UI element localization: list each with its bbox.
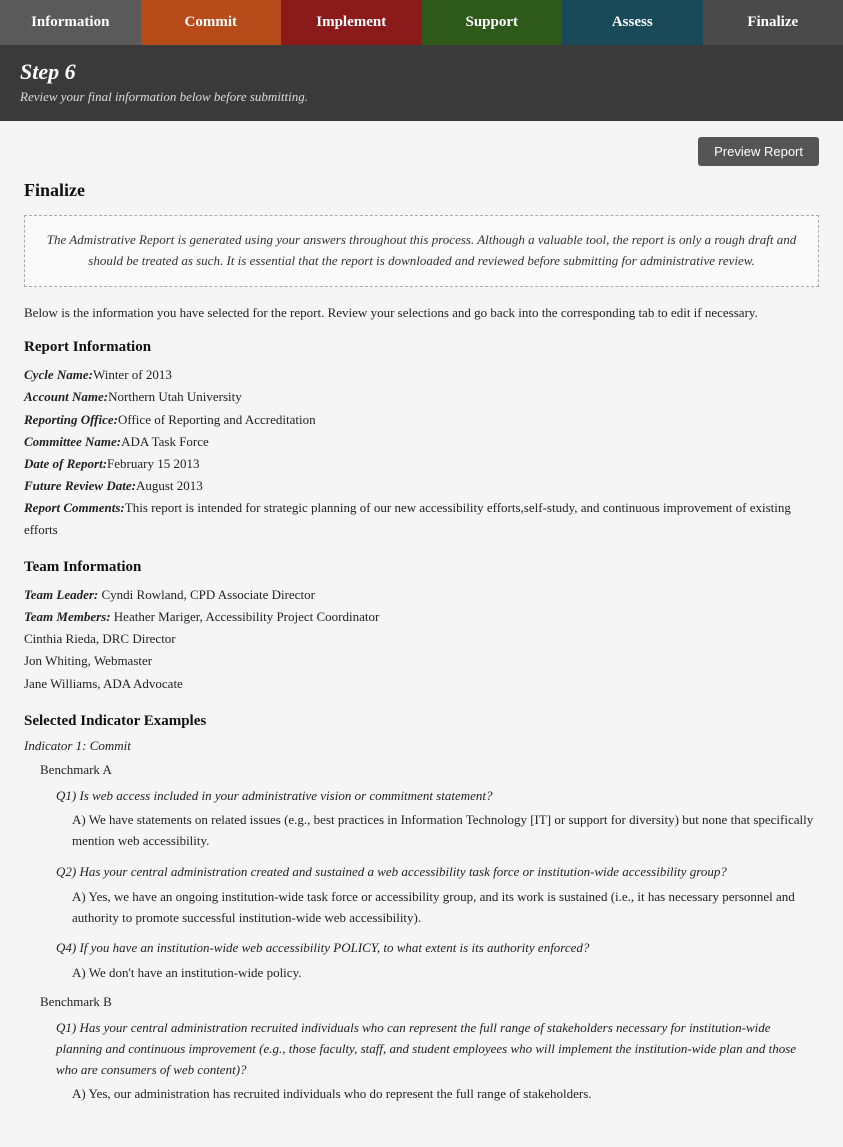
answer-a1-text: A) We have statements on related issues … [72, 810, 819, 852]
team-member-0: Heather Mariger, Accessibility Project C… [114, 609, 380, 624]
answer-a4-text: A) We don't have an institution-wide pol… [72, 963, 819, 984]
answer-a2-text: A) Yes, we have an ongoing institution-w… [72, 887, 819, 929]
field-value-account: Northern Utah University [108, 389, 242, 404]
team-member-3-line: Jane Williams, ADA Advocate [24, 673, 819, 695]
team-info-heading: Team Information [24, 559, 819, 576]
field-value-date: February 15 2013 [107, 456, 199, 471]
nav-tabs: Information Commit Implement Support Ass… [0, 0, 843, 45]
team-member-3: Jane Williams, ADA Advocate [24, 676, 183, 691]
answer-b1-text: A) Yes, our administration has recruited… [72, 1084, 819, 1105]
field-account-name: Account Name:Northern Utah University [24, 386, 819, 408]
question-a2-text: Q2) Has your central administration crea… [56, 862, 819, 883]
benchmark-b-label: Benchmark B [40, 994, 819, 1010]
team-member-1: Cinthia Rieda, DRC Director [24, 631, 176, 646]
field-value-office: Office of Reporting and Accreditation [118, 412, 316, 427]
team-leader-line: Team Leader: Cyndi Rowland, CPD Associat… [24, 584, 819, 606]
step-description: Review your final information below befo… [20, 89, 823, 105]
team-members-label: Team Members: [24, 609, 111, 624]
step-header: Step 6 Review your final information bel… [0, 45, 843, 121]
field-label-office: Reporting Office: [24, 412, 118, 427]
tab-implement[interactable]: Implement [281, 0, 422, 45]
tab-assess[interactable]: Assess [562, 0, 703, 45]
step-label: Step 6 [20, 59, 823, 85]
field-label-future: Future Review Date: [24, 478, 136, 493]
report-info-heading: Report Information [24, 339, 819, 356]
tab-commit[interactable]: Commit [141, 0, 282, 45]
team-leader-label: Team Leader: [24, 587, 98, 602]
team-information-section: Team Information Team Leader: Cyndi Rowl… [24, 559, 819, 694]
team-leader-value: Cyndi Rowland, CPD Associate Director [102, 587, 315, 602]
info-paragraph: Below is the information you have select… [24, 303, 819, 324]
field-value-cycle: Winter of 2013 [93, 367, 172, 382]
tab-support[interactable]: Support [422, 0, 563, 45]
question-block-a4: Q4) If you have an institution-wide web … [56, 938, 819, 984]
field-label-comments: Report Comments: [24, 500, 125, 515]
main-content: Preview Report Finalize The Admistrative… [0, 121, 843, 1147]
finalize-title: Finalize [24, 180, 819, 201]
question-a1-text: Q1) Is web access included in your admin… [56, 786, 819, 807]
question-a4-text: Q4) If you have an institution-wide web … [56, 938, 819, 959]
team-member-2-line: Jon Whiting, Webmaster [24, 650, 819, 672]
tab-information[interactable]: Information [0, 0, 141, 45]
field-label-date: Date of Report: [24, 456, 107, 471]
selected-indicators-section: Selected Indicator Examples Indicator 1:… [24, 713, 819, 1106]
report-information-section: Report Information Cycle Name:Winter of … [24, 339, 819, 541]
benchmark-a-label: Benchmark A [40, 762, 819, 778]
field-committee-name: Committee Name:ADA Task Force [24, 431, 819, 453]
field-label-cycle: Cycle Name: [24, 367, 93, 382]
question-block-b1: Q1) Has your central administration recr… [56, 1018, 819, 1105]
team-member-2: Jon Whiting, Webmaster [24, 653, 152, 668]
field-value-comments: This report is intended for strategic pl… [24, 500, 791, 537]
indicators-heading: Selected Indicator Examples [24, 713, 819, 730]
field-label-account: Account Name: [24, 389, 108, 404]
question-block-a2: Q2) Has your central administration crea… [56, 862, 819, 928]
field-label-committee: Committee Name: [24, 434, 121, 449]
team-members-line: Team Members: Heather Mariger, Accessibi… [24, 606, 819, 628]
tab-finalize[interactable]: Finalize [703, 0, 843, 45]
field-report-comments: Report Comments:This report is intended … [24, 497, 819, 541]
field-value-future: August 2013 [136, 478, 203, 493]
notice-box: The Admistrative Report is generated usi… [24, 215, 819, 287]
question-b1-text: Q1) Has your central administration recr… [56, 1018, 819, 1080]
team-member-1-line: Cinthia Rieda, DRC Director [24, 628, 819, 650]
field-reporting-office: Reporting Office:Office of Reporting and… [24, 409, 819, 431]
notice-text: The Admistrative Report is generated usi… [47, 232, 796, 268]
toolbar: Preview Report [24, 137, 819, 166]
preview-report-button[interactable]: Preview Report [698, 137, 819, 166]
field-date-of-report: Date of Report:February 15 2013 [24, 453, 819, 475]
field-value-committee: ADA Task Force [121, 434, 209, 449]
field-cycle-name: Cycle Name:Winter of 2013 [24, 364, 819, 386]
indicator-1-label: Indicator 1: Commit [24, 738, 819, 754]
question-block-a1: Q1) Is web access included in your admin… [56, 786, 819, 852]
field-future-review: Future Review Date:August 2013 [24, 475, 819, 497]
